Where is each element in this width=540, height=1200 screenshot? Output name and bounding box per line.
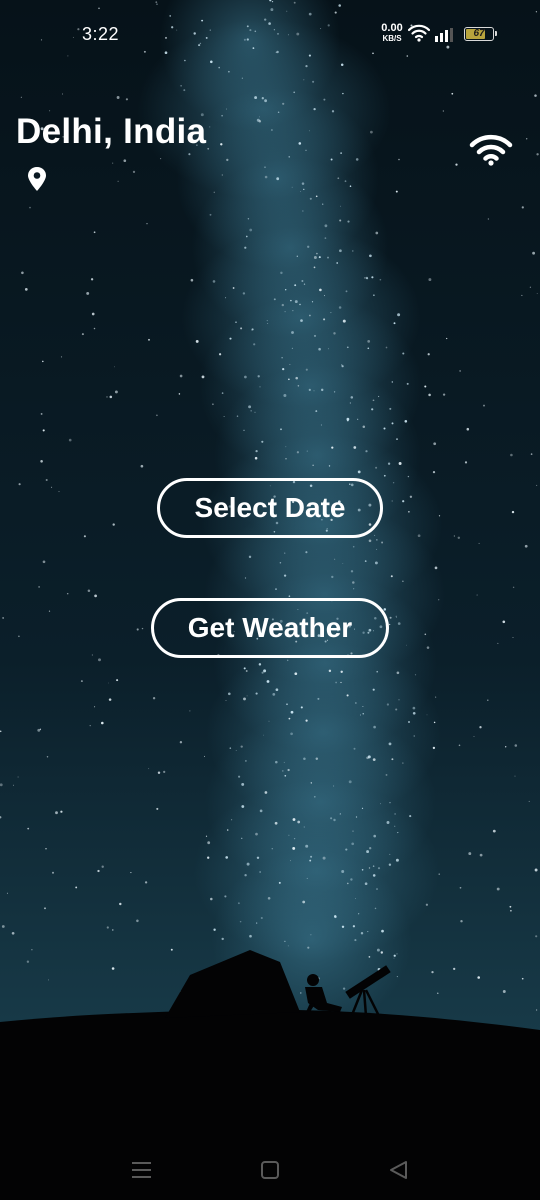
cell-signal-icon (435, 28, 453, 42)
navigation-bar (0, 1140, 540, 1200)
battery-icon: 67 (464, 27, 497, 41)
get-weather-button[interactable]: Get Weather (151, 598, 389, 658)
recent-apps-icon[interactable] (127, 1156, 157, 1186)
wifi-icon (469, 134, 513, 166)
network-speed-unit: KB/S (382, 34, 402, 43)
select-date-button[interactable]: Select Date (157, 478, 383, 538)
status-bar: 3:22 0.00 KB/S 67 (0, 0, 540, 70)
map-pin-icon[interactable] (27, 166, 47, 192)
status-time: 3:22 (82, 24, 120, 44)
wifi-status-icon (408, 24, 430, 42)
home-icon[interactable] (255, 1156, 285, 1186)
battery-level: 67 (473, 28, 485, 39)
location-title: Delhi, India (16, 112, 207, 151)
back-icon[interactable] (384, 1156, 414, 1186)
network-speed: 0.00 KB/S (377, 22, 407, 44)
network-speed-value: 0.00 (381, 22, 403, 34)
